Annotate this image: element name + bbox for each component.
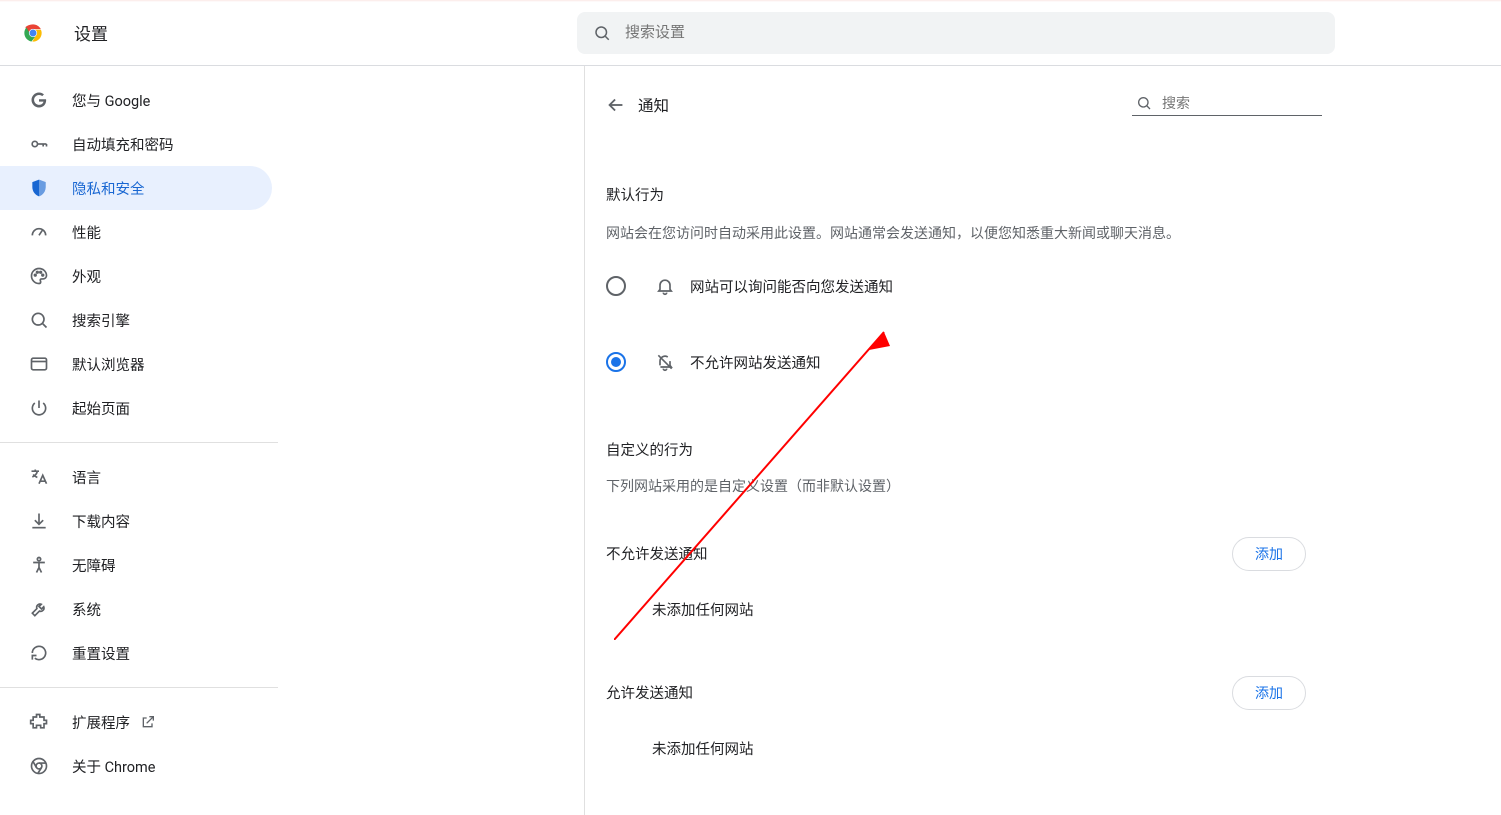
allow-list-empty: 未添加任何网站 [606, 710, 1306, 759]
shield-icon [28, 177, 50, 199]
bell-icon [654, 275, 676, 297]
add-allow-site-button[interactable]: 添加 [1232, 676, 1306, 710]
palette-icon [28, 265, 50, 287]
content-divider-left [584, 66, 585, 815]
sidebar-item-extensions[interactable]: 扩展程序 [0, 700, 272, 744]
sidebar: 您与 Google 自动填充和密码 隐私和安全 性能 外观 [0, 66, 278, 815]
block-list-title: 不允许发送通知 [606, 543, 708, 564]
default-behavior-desc: 网站会在您访问时自动采用此设置。网站通常会发送通知，以便您知悉重大新闻或聊天消息… [584, 223, 1328, 245]
browser-icon [28, 353, 50, 375]
sidebar-item-label: 隐私和安全 [72, 178, 145, 199]
sidebar-item-label: 系统 [72, 599, 101, 620]
sidebar-item-label: 默认浏览器 [72, 354, 145, 375]
chrome-logo-icon [20, 20, 46, 46]
allow-list-title: 允许发送通知 [606, 682, 693, 703]
sidebar-item-search-engine[interactable]: 搜索引擎 [0, 298, 272, 342]
radio-ask-label: 网站可以询问能否向您发送通知 [690, 276, 893, 297]
search-icon [28, 309, 50, 331]
bell-off-icon [654, 351, 676, 373]
extension-icon [28, 711, 50, 733]
header-search-input[interactable] [625, 24, 1319, 41]
sidebar-item-you-and-google[interactable]: 您与 Google [0, 78, 272, 122]
sidebar-divider [0, 442, 278, 443]
sidebar-item-default-browser[interactable]: 默认浏览器 [0, 342, 272, 386]
search-icon [593, 24, 611, 42]
chrome-outline-icon [28, 755, 50, 777]
sidebar-item-reset[interactable]: 重置设置 [0, 631, 272, 675]
google-g-icon [28, 89, 50, 111]
add-block-site-button[interactable]: 添加 [1232, 537, 1306, 571]
sidebar-item-accessibility[interactable]: 无障碍 [0, 543, 272, 587]
block-list-empty: 未添加任何网站 [606, 571, 1306, 620]
external-link-icon [140, 714, 156, 730]
app-title: 设置 [74, 20, 108, 45]
header-search[interactable] [577, 12, 1335, 54]
download-icon [28, 510, 50, 532]
content: 通知 默认行为 网站会在您访问时自动采用此设置。网站通常会发送通知，以便您知悉重… [584, 66, 1328, 815]
sidebar-item-label: 无障碍 [72, 555, 116, 576]
sidebar-item-label: 重置设置 [72, 643, 130, 664]
sidebar-item-label: 扩展程序 [72, 712, 130, 733]
back-button[interactable] [600, 89, 632, 121]
radio-block[interactable]: 不允许网站发送通知 [584, 341, 1328, 383]
sidebar-item-label: 自动填充和密码 [72, 134, 174, 155]
sidebar-item-label: 起始页面 [72, 398, 130, 419]
translate-icon [28, 466, 50, 488]
power-icon [28, 397, 50, 419]
sidebar-item-system[interactable]: 系统 [0, 587, 272, 631]
sidebar-item-label: 性能 [72, 222, 101, 243]
sidebar-divider [0, 687, 278, 688]
content-title: 通知 [638, 94, 669, 116]
reset-icon [28, 642, 50, 664]
sidebar-item-label: 搜索引擎 [72, 310, 130, 331]
sidebar-item-label: 语言 [72, 467, 101, 488]
sidebar-item-label: 下载内容 [72, 511, 130, 532]
radio-block-label: 不允许网站发送通知 [690, 352, 821, 373]
search-icon [1136, 95, 1152, 111]
sidebar-item-appearance[interactable]: 外观 [0, 254, 272, 298]
radio-ask[interactable]: 网站可以询问能否向您发送通知 [584, 265, 1328, 307]
header: 设置 [0, 0, 1501, 66]
sidebar-item-performance[interactable]: 性能 [0, 210, 272, 254]
accessibility-icon [28, 554, 50, 576]
sidebar-item-label: 您与 Google [72, 90, 150, 111]
sidebar-item-on-startup[interactable]: 起始页面 [0, 386, 272, 430]
sidebar-item-label: 关于 Chrome [72, 756, 155, 777]
radio-checked-icon [606, 352, 626, 372]
sidebar-item-autofill[interactable]: 自动填充和密码 [0, 122, 272, 166]
speedometer-icon [28, 221, 50, 243]
content-search-input[interactable] [1162, 95, 1318, 111]
sidebar-item-about-chrome[interactable]: 关于 Chrome [0, 744, 272, 788]
sidebar-item-privacy-security[interactable]: 隐私和安全 [0, 166, 272, 210]
content-search[interactable] [1132, 95, 1322, 116]
custom-behavior-desc: 下列网站采用的是自定义设置（而非默认设置） [606, 476, 1306, 498]
sidebar-item-downloads[interactable]: 下载内容 [0, 499, 272, 543]
sidebar-item-label: 外观 [72, 266, 101, 287]
sidebar-item-languages[interactable]: 语言 [0, 455, 272, 499]
radio-unchecked-icon [606, 276, 626, 296]
key-icon [28, 133, 50, 155]
custom-behavior-title: 自定义的行为 [606, 439, 1306, 460]
wrench-icon [28, 598, 50, 620]
default-behavior-title: 默认行为 [584, 184, 1328, 205]
